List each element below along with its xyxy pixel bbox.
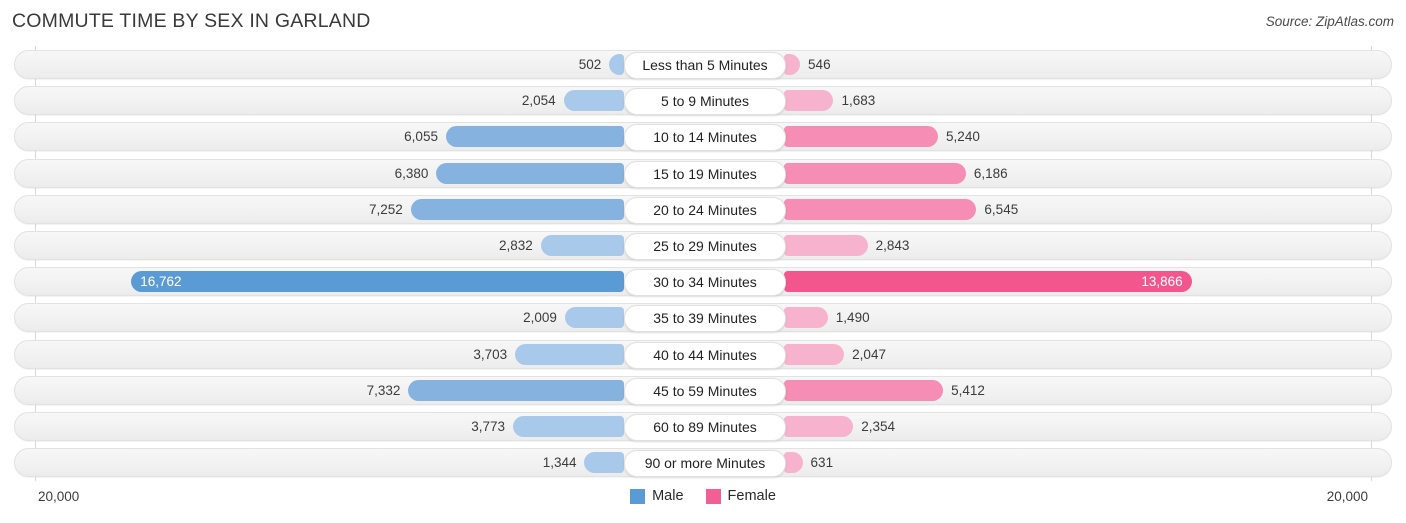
bar-value-female: 5,412 [951,382,985,398]
bar-female[interactable] [784,307,828,329]
chart-header: COMMUTE TIME BY SEX IN GARLAND Source: Z… [0,0,1406,46]
bar-value-male: 2,832 [498,238,533,253]
bar-male[interactable] [436,162,624,184]
bar-value-female: 2,843 [875,238,910,253]
bar-female[interactable] [784,54,801,75]
bar-male[interactable] [609,54,624,75]
bar-female[interactable] [784,90,834,112]
bar-value-male: 502 [578,57,602,72]
chart-row[interactable]: 3,773 2,354 60 to 89 Minutes [14,412,1392,441]
bar-value-female: 13,866 [1141,274,1183,290]
bar-value-female: 1,683 [841,93,876,109]
legend-label-male: Male [652,488,684,504]
bar-male[interactable] [540,235,624,256]
bar-female[interactable] [784,452,803,474]
bar-male[interactable] [563,90,624,112]
bar-value-female: 546 [808,57,831,72]
chart-row[interactable]: 6,055 5,240 10 to 14 Minutes [14,122,1392,152]
bar-value-male: 7,332 [366,382,401,398]
category-label[interactable]: 45 to 59 Minutes [624,377,786,405]
chart-row[interactable]: 2,054 1,683 5 to 9 Minutes [14,86,1392,116]
bar-female[interactable] [784,343,845,365]
bar-male[interactable] [564,307,624,329]
category-label[interactable]: 15 to 19 Minutes [624,160,786,188]
legend-swatch-female [705,488,721,504]
chart-legend: Male Female [0,488,1406,504]
bar-value-female: 6,545 [984,201,1019,217]
category-label[interactable]: 40 to 44 Minutes [624,341,786,369]
legend-swatch-male [630,488,646,504]
bar-value-female: 5,240 [946,129,980,145]
bar-female[interactable] [784,379,944,401]
bar-male[interactable] [410,198,624,220]
category-label[interactable]: 5 to 9 Minutes [624,88,786,116]
bar-female[interactable] [784,416,854,437]
bar-value-male: 6,380 [394,165,429,181]
diverging-bar-chart: 502 546 Less than 5 Minutes 2,054 1,683 5 to … [0,46,1406,481]
bar-female[interactable] [784,235,868,256]
bar-value-male: 3,703 [473,346,508,362]
bar-female[interactable] [784,126,939,148]
bar-male[interactable] [584,452,624,474]
chart-row[interactable]: 502 546 Less than 5 Minutes [14,50,1392,79]
bar-value-male: 7,252 [368,201,403,217]
bar-value-male: 16,762 [140,274,182,290]
chart-row[interactable]: 2,009 1,490 35 to 39 Minutes [14,303,1392,333]
legend-item-male[interactable]: Male [630,488,684,504]
bar-female[interactable] [784,198,977,220]
category-label[interactable]: 90 or more Minutes [624,450,786,478]
category-label[interactable]: Less than 5 Minutes [624,52,786,79]
bar-male[interactable] [515,343,624,365]
bar-value-male: 1,344 [542,455,577,471]
legend-label-female: Female [727,488,776,504]
chart-row[interactable]: 1,344 631 90 or more Minutes [14,448,1392,478]
bar-value-female: 1,490 [835,310,870,326]
bar-female[interactable] [784,162,966,184]
bar-value-female: 2,047 [852,346,886,362]
bar-value-male: 3,773 [471,419,506,434]
bar-value-male: 6,055 [404,129,438,145]
bar-male[interactable] [513,416,624,437]
category-label[interactable]: 20 to 24 Minutes [624,196,786,224]
bar-value-female: 631 [810,455,834,471]
chart-footer: 20,000 20,000 Male Female [0,481,1406,523]
bar-value-female: 2,354 [861,419,895,434]
category-label[interactable]: 10 to 14 Minutes [624,124,786,152]
category-label[interactable]: 25 to 29 Minutes [624,233,786,260]
bar-value-male: 2,054 [521,93,556,109]
chart-row[interactable]: 2,832 2,843 25 to 29 Minutes [14,231,1392,260]
chart-row[interactable]: 6,380 6,186 15 to 19 Minutes [14,158,1392,188]
chart-row[interactable]: 7,252 6,545 20 to 24 Minutes [14,194,1392,224]
category-label[interactable]: 60 to 89 Minutes [624,414,786,441]
chart-row[interactable]: 3,703 2,047 40 to 44 Minutes [14,339,1392,369]
category-label[interactable]: 35 to 39 Minutes [624,305,786,333]
bar-value-female: 6,186 [973,165,1008,181]
chart-row[interactable]: 16,762 13,866 30 to 34 Minutes [14,267,1392,297]
category-label[interactable]: 30 to 34 Minutes [624,269,786,297]
chart-row[interactable]: 7,332 5,412 45 to 59 Minutes [14,375,1392,405]
page-title: COMMUTE TIME BY SEX IN GARLAND [12,10,371,32]
legend-item-female[interactable]: Female [705,488,776,504]
bar-male[interactable] [445,126,624,148]
bar-value-male: 2,009 [523,310,557,326]
bar-male[interactable] [408,379,624,401]
source-attribution: Source: ZipAtlas.com [1265,14,1394,29]
